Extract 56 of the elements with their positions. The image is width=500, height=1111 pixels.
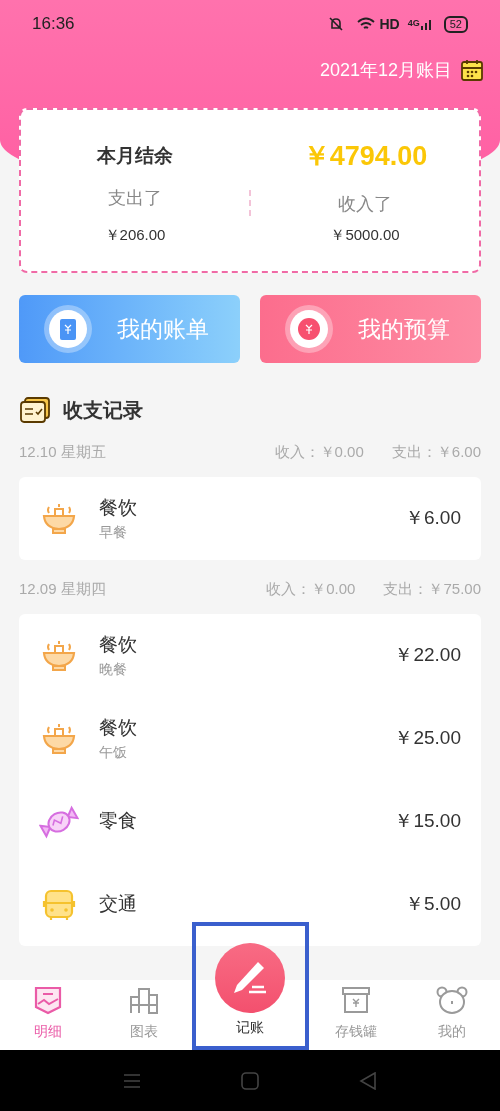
bar-chart-icon <box>128 985 159 1015</box>
record-category: 餐饮 <box>99 715 137 740</box>
day-date: 12.10 星期五 <box>19 441 106 462</box>
day-income: 收入：￥0.00 <box>274 441 364 462</box>
bear-icon <box>436 985 469 1015</box>
coin-icon <box>284 304 334 354</box>
back-icon[interactable] <box>359 1071 377 1090</box>
income-amount: ￥5000.00 <box>330 224 400 245</box>
income-label: 收入了 <box>338 192 392 216</box>
balance-label: 本月结余 <box>97 144 173 168</box>
expense-label: 支出了 <box>108 186 162 210</box>
menu-icon[interactable] <box>123 1072 141 1089</box>
record-amount: ￥5.00 <box>405 892 461 917</box>
calendar-icon[interactable] <box>460 58 484 82</box>
record-note: 午饭 <box>99 743 128 763</box>
section-title: 收支记录 <box>63 398 143 423</box>
tab[interactable]: 存钱罐 <box>335 980 378 1050</box>
home-icon[interactable] <box>241 1071 259 1090</box>
mute-bell-icon <box>327 16 344 32</box>
record-amount: ￥15.00 <box>394 809 461 834</box>
record-amount: ￥22.00 <box>394 643 461 668</box>
signal-label: 4G <box>407 17 420 31</box>
status-time: 16:36 <box>32 13 75 36</box>
record-amount: ￥25.00 <box>394 726 461 751</box>
tab[interactable]: 图表 <box>128 980 159 1050</box>
battery-indicator: 52 <box>443 15 468 33</box>
signal-icon <box>419 18 432 30</box>
notebook-icon <box>43 304 93 354</box>
record-category: 交通 <box>99 892 137 917</box>
balance-amount: ￥4794.00 <box>302 140 428 173</box>
record-row[interactable]: 零食 ￥15.00 <box>19 780 481 863</box>
record-note: 晚餐 <box>99 660 128 680</box>
budget-button[interactable]: 我的预算 <box>260 295 481 363</box>
box-icon <box>341 985 372 1015</box>
tab[interactable]: 记账 <box>191 922 309 1050</box>
wifi-icon <box>355 16 376 32</box>
network-label: HD <box>379 14 400 34</box>
bills-button[interactable]: 我的账单 <box>19 295 240 363</box>
record-category: 零食 <box>99 809 137 834</box>
record-note: 早餐 <box>99 523 128 543</box>
expense-amount: ￥206.00 <box>104 224 166 245</box>
record-category: 餐饮 <box>99 632 137 657</box>
record-amount: ￥6.00 <box>405 506 461 531</box>
record-row[interactable]: 餐饮 晚餐 ￥22.00 <box>19 614 481 697</box>
day-expense: 支出：￥75.00 <box>383 578 481 599</box>
day-date: 12.09 星期四 <box>19 578 106 599</box>
day-income: 收入：￥0.00 <box>266 578 356 599</box>
record-row[interactable]: 餐饮 早餐 ￥6.00 <box>19 477 481 560</box>
receipt-icon <box>32 985 63 1015</box>
ledger-icon <box>19 396 51 424</box>
record-row[interactable]: 餐饮 午饭 ￥25.00 <box>19 697 481 780</box>
record-category: 餐饮 <box>99 495 137 520</box>
tab[interactable]: 我的 <box>436 980 469 1050</box>
tab[interactable]: 明细 <box>32 980 63 1050</box>
month-title[interactable]: 2021年12月账目 <box>319 56 452 84</box>
day-expense: 支出：￥6.00 <box>391 441 481 462</box>
